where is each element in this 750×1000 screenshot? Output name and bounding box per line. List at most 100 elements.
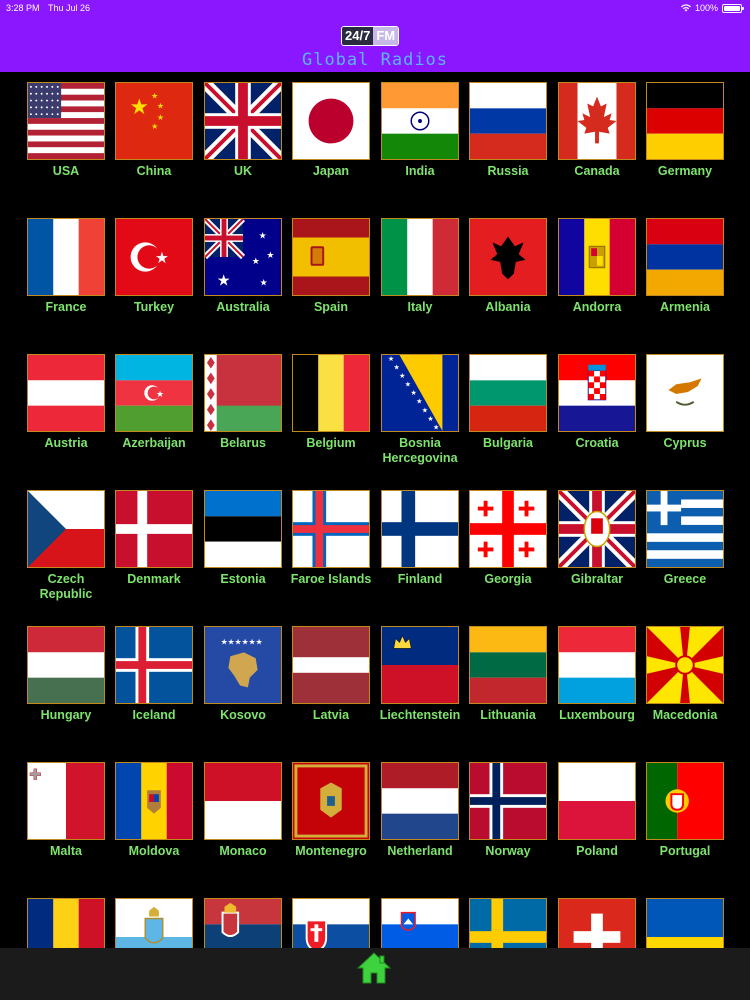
country-tile[interactable]: Belgium xyxy=(287,354,375,451)
country-tile[interactable]: Macedonia xyxy=(641,626,729,723)
austria-flag-icon[interactable] xyxy=(27,354,105,432)
country-tile[interactable]: Finland xyxy=(376,490,464,587)
switzerland-flag-icon[interactable] xyxy=(558,898,636,948)
country-tile[interactable]: Spain xyxy=(287,218,375,315)
spain-flag-icon[interactable] xyxy=(292,218,370,296)
liechtenstein-flag-icon[interactable] xyxy=(381,626,459,704)
france-flag-icon[interactable] xyxy=(27,218,105,296)
norway-flag-icon[interactable] xyxy=(469,762,547,840)
country-tile[interactable]: ★ ★ ★ ★ ★ ★ ★ ★ ★ Bosnia Hercegovina xyxy=(376,354,464,466)
latvia-flag-icon[interactable] xyxy=(292,626,370,704)
moldova-flag-icon[interactable] xyxy=(115,762,193,840)
netherlands-flag-icon[interactable] xyxy=(381,762,459,840)
country-tile[interactable]: France xyxy=(22,218,110,315)
country-tile[interactable]: Croatia xyxy=(553,354,641,451)
china-flag-icon[interactable]: ★ ★ ★ ★ ★ xyxy=(115,82,193,160)
country-tile[interactable]: Albania xyxy=(464,218,552,315)
san-marino-flag-icon[interactable] xyxy=(115,898,193,948)
home-icon[interactable] xyxy=(356,950,392,986)
serbia-flag-icon[interactable] xyxy=(204,898,282,948)
belgium-flag-icon[interactable] xyxy=(292,354,370,432)
country-tile[interactable]: Greece xyxy=(641,490,729,587)
armenia-flag-icon[interactable] xyxy=(646,218,724,296)
country-tile[interactable] xyxy=(376,898,464,948)
country-tile[interactable] xyxy=(22,898,110,948)
country-tile[interactable]: ★ ★ ★ ★ ★ Australia xyxy=(199,218,287,315)
germany-flag-icon[interactable] xyxy=(646,82,724,160)
montenegro-flag-icon[interactable] xyxy=(292,762,370,840)
russia-flag-icon[interactable] xyxy=(469,82,547,160)
country-tile[interactable]: Georgia xyxy=(464,490,552,587)
country-tile[interactable] xyxy=(199,898,287,948)
greece-flag-icon[interactable] xyxy=(646,490,724,568)
country-tile[interactable] xyxy=(553,898,641,948)
country-tile[interactable]: USA xyxy=(22,82,110,179)
country-tile[interactable]: Moldova xyxy=(110,762,198,859)
georgia-flag-icon[interactable] xyxy=(469,490,547,568)
country-tile[interactable]: Portugal xyxy=(641,762,729,859)
country-tile[interactable]: Belarus xyxy=(199,354,287,451)
slovenia-flag-icon[interactable] xyxy=(381,898,459,948)
gibraltar-flag-icon[interactable] xyxy=(558,490,636,568)
country-tile[interactable]: Denmark xyxy=(110,490,198,587)
uk-flag-icon[interactable] xyxy=(204,82,282,160)
country-tile[interactable]: UK xyxy=(199,82,287,179)
country-tile[interactable]: Andorra xyxy=(553,218,641,315)
hungary-flag-icon[interactable] xyxy=(27,626,105,704)
country-tile[interactable] xyxy=(641,898,729,948)
albania-flag-icon[interactable] xyxy=(469,218,547,296)
country-tile[interactable]: Gibraltar xyxy=(553,490,641,587)
country-tile[interactable]: Netherland xyxy=(376,762,464,859)
country-tile[interactable]: Faroe Islands xyxy=(287,490,375,587)
country-tile[interactable]: ★ Azerbaijan xyxy=(110,354,198,451)
country-tile[interactable]: Italy xyxy=(376,218,464,315)
country-tile[interactable]: Lithuania xyxy=(464,626,552,723)
canada-flag-icon[interactable] xyxy=(558,82,636,160)
belarus-flag-icon[interactable] xyxy=(204,354,282,432)
country-tile[interactable]: Luxembourg xyxy=(553,626,641,723)
ukraine-flag-icon[interactable] xyxy=(646,898,724,948)
japan-flag-icon[interactable] xyxy=(292,82,370,160)
turkey-flag-icon[interactable]: ★ xyxy=(115,218,193,296)
australia-flag-icon[interactable]: ★ ★ ★ ★ ★ xyxy=(204,218,282,296)
slovakia-flag-icon[interactable] xyxy=(292,898,370,948)
azerbaijan-flag-icon[interactable]: ★ xyxy=(115,354,193,432)
cyprus-flag-icon[interactable] xyxy=(646,354,724,432)
india-flag-icon[interactable] xyxy=(381,82,459,160)
andorra-flag-icon[interactable] xyxy=(558,218,636,296)
portugal-flag-icon[interactable] xyxy=(646,762,724,840)
country-tile[interactable]: ★ ★ ★ ★ ★ China xyxy=(110,82,198,179)
country-tile[interactable] xyxy=(110,898,198,948)
country-tile[interactable]: Liechtenstein xyxy=(376,626,464,723)
kosovo-flag-icon[interactable]: ★★★★★★ xyxy=(204,626,282,704)
denmark-flag-icon[interactable] xyxy=(115,490,193,568)
romania-flag-icon[interactable] xyxy=(27,898,105,948)
bulgaria-flag-icon[interactable] xyxy=(469,354,547,432)
italy-flag-icon[interactable] xyxy=(381,218,459,296)
country-tile[interactable]: Montenegro xyxy=(287,762,375,859)
country-tile[interactable]: India xyxy=(376,82,464,179)
sweden-flag-icon[interactable] xyxy=(469,898,547,948)
lithuania-flag-icon[interactable] xyxy=(469,626,547,704)
country-tile[interactable]: Poland xyxy=(553,762,641,859)
country-tile[interactable]: Armenia xyxy=(641,218,729,315)
country-tile[interactable]: Malta xyxy=(22,762,110,859)
country-tile[interactable]: Czech Republic xyxy=(22,490,110,602)
country-tile[interactable]: Canada xyxy=(553,82,641,179)
country-tile[interactable]: Monaco xyxy=(199,762,287,859)
country-tile[interactable]: Iceland xyxy=(110,626,198,723)
monaco-flag-icon[interactable] xyxy=(204,762,282,840)
finland-flag-icon[interactable] xyxy=(381,490,459,568)
country-tile[interactable]: ★ Turkey xyxy=(110,218,198,315)
country-tile[interactable]: Latvia xyxy=(287,626,375,723)
faroe-flag-icon[interactable] xyxy=(292,490,370,568)
country-tile[interactable]: Japan xyxy=(287,82,375,179)
country-tile[interactable] xyxy=(287,898,375,948)
luxembourg-flag-icon[interactable] xyxy=(558,626,636,704)
country-tile[interactable]: Cyprus xyxy=(641,354,729,451)
poland-flag-icon[interactable] xyxy=(558,762,636,840)
croatia-flag-icon[interactable] xyxy=(558,354,636,432)
country-tile[interactable]: Hungary xyxy=(22,626,110,723)
country-tile[interactable]: ★★★★★★ Kosovo xyxy=(199,626,287,723)
czech-flag-icon[interactable] xyxy=(27,490,105,568)
